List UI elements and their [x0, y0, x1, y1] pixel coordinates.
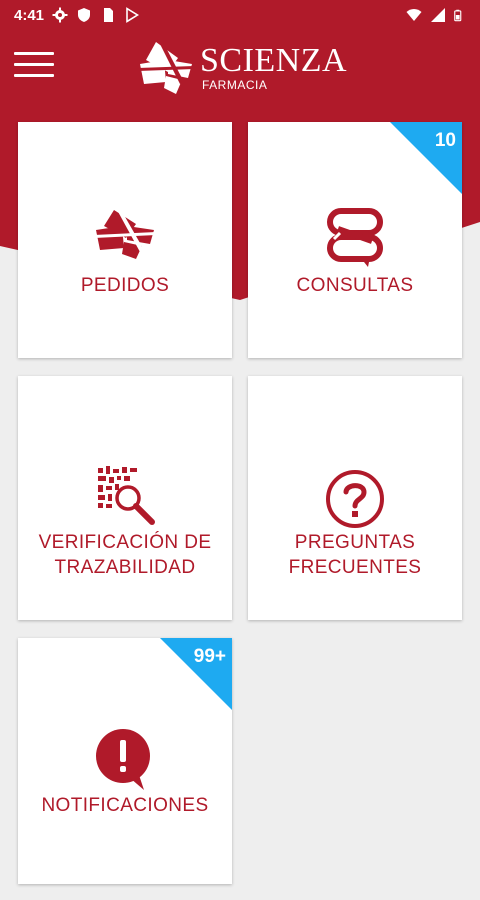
tile-consultas[interactable]: 10 CONSULTAS: [248, 122, 462, 358]
scienza-logo-icon: [138, 40, 194, 94]
scienza-logo-icon: [94, 208, 156, 259]
brand-subtitle: FARMACIA: [202, 78, 268, 92]
gear-icon: [52, 7, 68, 23]
hamburger-menu-icon[interactable]: [14, 52, 56, 78]
tile-preguntas-label: PREGUNTAS FRECUENTES: [288, 532, 422, 578]
tile-consultas-label: CONSULTAS: [296, 275, 414, 296]
barcode-magnifier-icon: [98, 466, 155, 525]
signal-icon: [431, 8, 445, 22]
brand-logo: SCIENZA FARMACIA: [138, 38, 348, 96]
tile-notificaciones-label: NOTIFICACIONES: [41, 795, 209, 816]
question-circle-icon: [326, 470, 384, 528]
consultas-count-badge: 10: [434, 130, 456, 151]
app-bar: SCIENZA FARMACIA: [0, 30, 480, 100]
tile-consultas-icon-wrap: [324, 207, 386, 274]
status-bar: 4:41: [0, 0, 480, 30]
battery-icon: [454, 9, 462, 22]
tile-notificaciones-icon-wrap: [94, 728, 156, 795]
exclamation-bubble-icon: [96, 729, 150, 790]
shield-icon: [78, 8, 91, 22]
tile-verificacion-icon-wrap: [94, 464, 156, 531]
notificaciones-count-badge: 99+: [193, 646, 226, 667]
tile-verificacion-trazabilidad[interactable]: VERIFICACIÓN DE TRAZABILIDAD: [18, 376, 232, 620]
tile-notificaciones[interactable]: 99+ NOTIFICACIONES: [18, 638, 232, 884]
tile-preguntas-frecuentes[interactable]: PREGUNTAS FRECUENTES: [248, 376, 462, 620]
tile-verificacion-label: VERIFICACIÓN DE TRAZABILIDAD: [38, 532, 212, 578]
play-store-icon: [126, 7, 140, 23]
tile-preguntas-icon-wrap: [324, 468, 386, 535]
chat-bubbles-icon: [327, 208, 383, 267]
brand-name: SCIENZA: [200, 42, 348, 79]
sim-card-icon: [104, 8, 114, 22]
tile-pedidos-icon-wrap: [94, 208, 156, 265]
tile-pedidos[interactable]: PEDIDOS: [18, 122, 232, 358]
tile-pedidos-label: PEDIDOS: [80, 275, 170, 296]
status-time: 4:41: [14, 6, 45, 24]
wifi-icon: [406, 9, 422, 21]
